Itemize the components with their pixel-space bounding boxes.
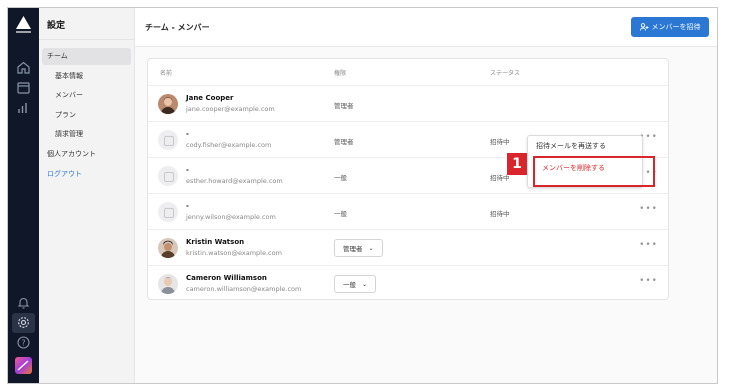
app-window: ? 設定 チーム 基本情報 メンバー プラン 請求管理 個人アカウント ログアウ… [7,7,718,384]
avatar [158,274,178,294]
sidebar-item-logout[interactable]: ログアウト [42,166,131,183]
calendar-icon[interactable] [16,80,31,95]
more-actions-icon[interactable]: ••• [639,204,658,214]
home-icon[interactable] [16,60,31,75]
member-role: 一般 [334,210,347,218]
chevron-down-icon: ⌄ [362,280,368,288]
role-select-value: 一般 [343,281,356,289]
add-user-icon [639,23,648,31]
more-actions-icon[interactable]: ••• [639,240,658,250]
main-content: チーム - メンバー メンバーを招待 名前 権限 ステータス Jane Coop… [135,8,717,383]
help-icon[interactable]: ? [16,335,31,350]
svg-text:?: ? [21,339,25,348]
sidebar-item-personal-account[interactable]: 個人アカウント [42,146,131,163]
member-email: kristin.watson@example.com [186,249,282,257]
page-title: チーム - メンバー [145,23,210,32]
member-name: - [186,166,189,174]
role-select[interactable]: 管理者 ⌄ [334,239,383,257]
column-header-name: 名前 [160,70,173,77]
avatar-placeholder [158,130,178,150]
column-header-role: 権限 [334,70,347,77]
settings-sidebar: 設定 チーム 基本情報 メンバー プラン 請求管理 個人アカウント ログアウト [39,8,135,383]
member-role: 管理者 [334,102,354,110]
chevron-down-icon: ⌄ [368,244,374,252]
member-name: Cameron Williamson [186,274,267,282]
sidebar-title: 設定 [47,21,66,31]
chart-icon[interactable] [16,100,31,115]
sidebar-item-plan[interactable]: プラン [42,107,131,124]
member-name: - [186,202,189,210]
logo-icon [16,16,31,33]
table-row: Cameron Williamson cameron.williamson@ex… [148,265,668,301]
avatar-placeholder [158,202,178,222]
member-name: Kristin Watson [186,238,245,246]
role-select[interactable]: 一般 ⌄ [334,275,377,293]
table-row: Kristin Watson kristin.watson@example.co… [148,229,668,265]
member-status: 招待中 [490,138,510,146]
sidebar-item-members[interactable]: メンバー [42,87,131,104]
top-bar: チーム - メンバー メンバーを招待 [135,8,717,47]
role-select-value: 管理者 [343,245,363,253]
resend-invite-menu-item[interactable]: 招待メールを再送する [536,141,606,151]
avatar [158,238,178,258]
divider [39,39,135,40]
highlight-callout [533,156,655,187]
table-row: Jane Cooper jane.cooper@example.com 管理者 [148,85,668,121]
invite-member-button[interactable]: メンバーを招待 [631,17,709,37]
member-email: esther.howard@example.com [186,177,283,185]
member-role: 管理者 [334,138,354,146]
member-name: - [186,130,189,138]
account-avatar-icon[interactable] [15,357,32,374]
member-role: 一般 [334,174,347,182]
member-name: Jane Cooper [186,94,234,102]
member-email: jenny.wilson@example.com [186,213,276,221]
icon-rail: ? [8,8,39,383]
sidebar-item-team[interactable]: チーム [42,48,131,65]
column-header-status: ステータス [490,70,521,77]
table-row: - jenny.wilson@example.com 一般 招待中 ••• [148,193,668,229]
bell-icon[interactable] [16,295,31,310]
more-actions-icon[interactable]: ••• [639,276,658,286]
invite-button-label: メンバーを招待 [651,23,701,31]
sidebar-item-basic-info[interactable]: 基本情報 [42,68,131,85]
avatar-placeholder [158,166,178,186]
sidebar-item-billing[interactable]: 請求管理 [42,126,131,143]
member-status: 招待中 [490,210,510,218]
gear-icon[interactable] [16,315,31,330]
member-email: jane.cooper@example.com [186,105,275,113]
member-email: cody.fisher@example.com [186,141,272,149]
step-badge: 1 [507,153,527,175]
avatar [158,94,178,114]
member-email: cameron.williamson@example.com [186,285,302,293]
